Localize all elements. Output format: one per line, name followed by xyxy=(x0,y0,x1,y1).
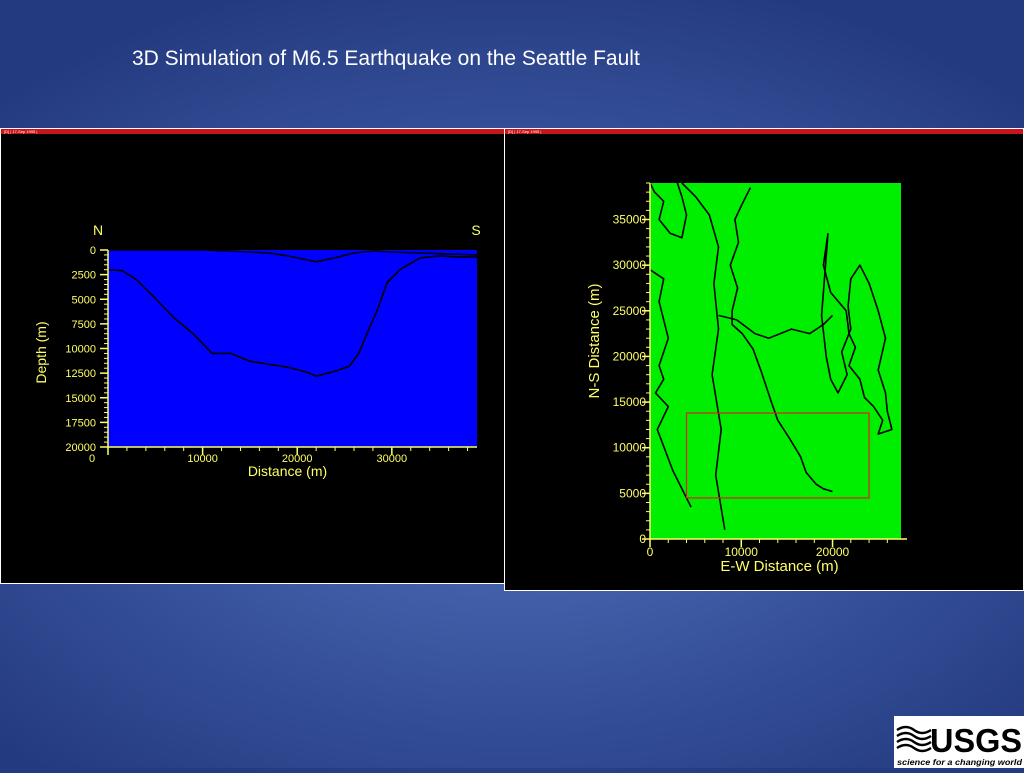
y-tick-label: 10000 xyxy=(613,441,647,455)
y-tick-label: 15000 xyxy=(65,393,96,405)
y-tick-label: 5000 xyxy=(72,294,96,306)
y-axis-label: N-S Distance (m) xyxy=(586,283,603,398)
x-tick-label: 30000 xyxy=(377,453,408,465)
y-tick-label: 17500 xyxy=(65,417,96,429)
plot-area xyxy=(108,250,477,447)
north-label: N xyxy=(93,222,103,238)
y-tick-label: 7500 xyxy=(72,319,96,331)
y-tick-label: 10000 xyxy=(65,344,96,356)
slide-title: 3D Simulation of M6.5 Earthquake on the … xyxy=(132,47,640,70)
usgs-logo-tagline: science for a changing world xyxy=(897,757,1023,767)
south-label: S xyxy=(471,222,480,238)
y-tick-label: 5000 xyxy=(619,486,646,500)
y-tick-label: 12500 xyxy=(65,368,96,380)
y-tick-label: 2500 xyxy=(72,270,96,282)
y-tick-label: 35000 xyxy=(613,213,647,227)
y-tick-label: 30000 xyxy=(613,258,647,272)
y-tick-label: 0 xyxy=(90,245,96,257)
fault-map-chart: 0 5000 10000 15000 20000 25000 30000 35000 0 1000… xyxy=(586,182,907,575)
depth-profile-panel: [D] | 17-Sep 1995 | 0 2500 5000 7500 10000 12… xyxy=(0,128,507,584)
x-tick-label: 10000 xyxy=(187,453,218,465)
usgs-logo-text: USGS xyxy=(930,722,1022,759)
panel-header-bar: [D] | 17-Sep 1995 | xyxy=(1,129,506,134)
x-axis-label: E-W Distance (m) xyxy=(720,558,838,575)
panel-header-label: [D] | 17-Sep 1995 | xyxy=(508,129,542,134)
y-axis-label: Depth (m) xyxy=(33,321,49,383)
x-tick-label: 20000 xyxy=(816,545,850,559)
panel-header-label: [D] | 17-Sep 1995 | xyxy=(4,129,38,134)
y-tick-label: 15000 xyxy=(613,395,647,409)
y-tick-label: 0 xyxy=(639,532,646,546)
panel-header-bar: [D] | 17-Sep 1995 | xyxy=(505,129,1023,134)
map-panel: [D] | 17-Sep 1995 | 0 5000 10000 15000 20000… xyxy=(504,128,1024,591)
y-tick-label: 20000 xyxy=(613,349,647,363)
x-axis-label: Distance (m) xyxy=(248,463,327,479)
x-tick-label: 10000 xyxy=(725,545,759,559)
x-tick-label: 0 xyxy=(89,453,95,465)
depth-profile-chart: 025005000750010000125001500017500200000 1… xyxy=(33,222,481,479)
y-tick-label: 25000 xyxy=(613,304,647,318)
plot-area xyxy=(650,183,901,539)
usgs-logo: USGS science for a changing world xyxy=(894,716,1024,768)
x-tick-label: 0 xyxy=(647,545,654,559)
